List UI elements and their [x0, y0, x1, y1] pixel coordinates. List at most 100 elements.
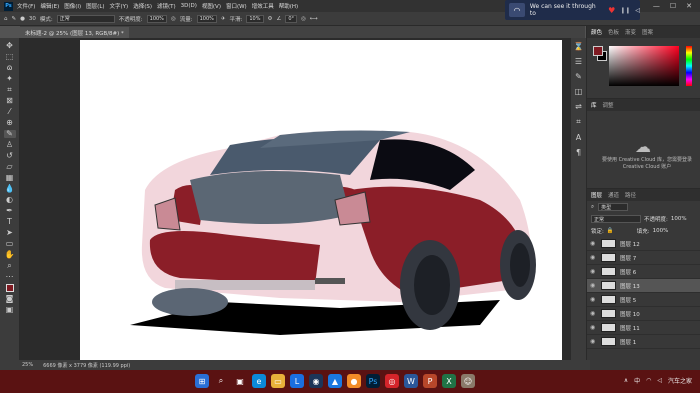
app-l-icon[interactable]: L	[290, 374, 304, 388]
layer-opacity-value[interactable]: 100%	[671, 216, 687, 222]
menu-file[interactable]: 文件(F)	[17, 2, 35, 10]
tray-arrow-icon[interactable]: ∧	[624, 377, 628, 384]
menu-type[interactable]: 文字(Y)	[110, 2, 129, 10]
adjustments-icon[interactable]: ⇌	[575, 102, 582, 111]
pressure-size-icon[interactable]: ◎	[301, 16, 306, 22]
netease-music-icon[interactable]: ◎	[385, 374, 399, 388]
zoom-tool-icon[interactable]: ⌕	[4, 262, 16, 270]
layer-filter-select[interactable]: 类型	[598, 203, 629, 211]
tab-gradients[interactable]: 渐变	[625, 28, 636, 36]
foreground-color-swatch[interactable]	[593, 46, 603, 56]
tab-paths[interactable]: 路径	[625, 191, 636, 199]
visibility-eye-icon[interactable]: ◉	[590, 240, 597, 247]
menu-3d[interactable]: 3D(D)	[181, 3, 197, 9]
ime-indicator[interactable]: 中	[634, 376, 640, 385]
quick-mask-icon[interactable]: ◙	[4, 295, 16, 303]
steam-icon[interactable]: ◉	[309, 374, 323, 388]
screen-mode-icon[interactable]: ▣	[4, 306, 16, 314]
brush-settings-icon[interactable]: ✎	[575, 72, 582, 81]
document-canvas[interactable]	[80, 40, 562, 364]
photoshop-icon[interactable]: Ps	[366, 374, 380, 388]
tab-patterns[interactable]: 图案	[642, 28, 653, 36]
layer-comps-icon[interactable]: ◫	[575, 87, 583, 96]
close-icon[interactable]: ✕	[686, 2, 692, 10]
menu-view[interactable]: 视图(V)	[202, 2, 221, 10]
visibility-eye-icon[interactable]: ◉	[590, 296, 597, 303]
pause-icon[interactable]: ❙❙	[620, 7, 630, 14]
menu-select[interactable]: 选择(S)	[133, 2, 152, 10]
speaker-icon[interactable]: ◁	[657, 377, 662, 384]
smoothing-field[interactable]: 10%	[246, 14, 264, 23]
visibility-eye-icon[interactable]: ◉	[590, 282, 597, 289]
excel-icon[interactable]: X	[442, 374, 456, 388]
path-select-icon[interactable]: ➤	[4, 229, 16, 237]
menu-image[interactable]: 图像(I)	[64, 2, 81, 10]
type-tool-icon[interactable]: T	[4, 218, 16, 226]
tab-adjustments[interactable]: 调整	[603, 101, 614, 109]
paragraph-panel-icon[interactable]: ¶	[576, 148, 581, 157]
powerpoint-icon[interactable]: P	[423, 374, 437, 388]
brush-tool-icon[interactable]: ✎	[12, 16, 17, 22]
blur-tool-icon[interactable]: 💧	[4, 185, 16, 193]
healing-brush-icon[interactable]: ⊕	[4, 119, 16, 127]
document-tab[interactable]: 未标题-2 @ 25% (图层 13, RGB/8#) *	[20, 27, 129, 38]
properties-panel-icon[interactable]: ☰	[575, 57, 582, 66]
visibility-eye-icon[interactable]: ◉	[590, 310, 597, 317]
crop-tool-icon[interactable]: ⌗	[4, 86, 16, 94]
notification-toast[interactable]: ◠ We can see it through to ♥ ❙❙ ◁	[505, 0, 640, 20]
hand-tool-icon[interactable]: ✋	[4, 251, 16, 259]
brush-preset-icon[interactable]: ●	[20, 16, 25, 22]
menu-edit[interactable]: 编辑(E)	[40, 2, 59, 10]
app-orange-icon[interactable]: ●	[347, 374, 361, 388]
heart-icon[interactable]: ♥	[608, 6, 615, 15]
eraser-icon[interactable]: ▱	[4, 163, 16, 171]
magic-wand-icon[interactable]: ✦	[4, 75, 16, 83]
tab-swatches[interactable]: 色板	[608, 28, 619, 36]
start-icon[interactable]: ⊞	[195, 374, 209, 388]
tab-channels[interactable]: 通道	[608, 191, 619, 199]
tab-layers[interactable]: 图层	[591, 191, 602, 199]
word-icon[interactable]: W	[404, 374, 418, 388]
layer-row[interactable]: ◉ 图层 10	[587, 307, 700, 321]
layer-row[interactable]: ◉ 图层 5	[587, 293, 700, 307]
layer-row[interactable]: ◉ 图层 12	[587, 237, 700, 251]
brush-tool-icon[interactable]: ✎	[3, 130, 16, 138]
character-panel-icon[interactable]: A	[576, 133, 581, 142]
photoshop-logo-icon[interactable]: Ps	[4, 1, 13, 11]
color-field[interactable]	[609, 46, 679, 86]
home-icon[interactable]: ⌂	[4, 16, 8, 22]
menu-window[interactable]: 窗口(W)	[226, 2, 247, 10]
visibility-eye-icon[interactable]: ◉	[590, 338, 597, 345]
maximize-icon[interactable]: ☐	[670, 2, 676, 10]
history-brush-icon[interactable]: ↺	[4, 152, 16, 160]
layer-row-selected[interactable]: ◉ 图层 13	[587, 279, 700, 293]
layer-row[interactable]: ◉ 图层 1	[587, 335, 700, 349]
airbrush-icon[interactable]: ✈	[221, 16, 226, 22]
pressure-opacity-icon[interactable]: ◎	[171, 16, 176, 22]
symmetry-icon[interactable]: ⟷	[310, 16, 318, 22]
opacity-field[interactable]: 100%	[146, 14, 167, 23]
lock-icon[interactable]: 🔒	[607, 228, 614, 234]
menu-plugins[interactable]: 增效工具	[252, 2, 274, 10]
layer-row[interactable]: ◉ 图层 6	[587, 265, 700, 279]
app-bird-icon[interactable]: ▲	[328, 374, 342, 388]
angle-field[interactable]: 0°	[285, 14, 298, 23]
zoom-level[interactable]: 25%	[22, 362, 33, 368]
avatar-app-icon[interactable]: ☺	[461, 374, 475, 388]
menu-filter[interactable]: 滤镜(T)	[157, 2, 176, 10]
visibility-eye-icon[interactable]: ◉	[590, 324, 597, 331]
foreground-color-swatch[interactable]	[5, 284, 14, 292]
edge-icon[interactable]: e	[252, 374, 266, 388]
wifi-icon[interactable]: ◠	[646, 377, 651, 384]
menu-layer[interactable]: 图层(L)	[86, 2, 104, 10]
flow-field[interactable]: 100%	[196, 14, 217, 23]
layer-row[interactable]: ◉ 图层 7	[587, 251, 700, 265]
visibility-eye-icon[interactable]: ◉	[590, 254, 597, 261]
tab-color[interactable]: 颜色	[591, 28, 602, 36]
task-view-icon[interactable]: ▣	[233, 374, 247, 388]
tab-libraries[interactable]: 库	[591, 101, 597, 109]
blend-mode-select[interactable]: 正常	[591, 215, 641, 223]
menu-help[interactable]: 帮助(H)	[279, 2, 298, 10]
volume-icon[interactable]: ◁	[635, 7, 640, 14]
gradient-tool-icon[interactable]: ▦	[4, 174, 16, 182]
